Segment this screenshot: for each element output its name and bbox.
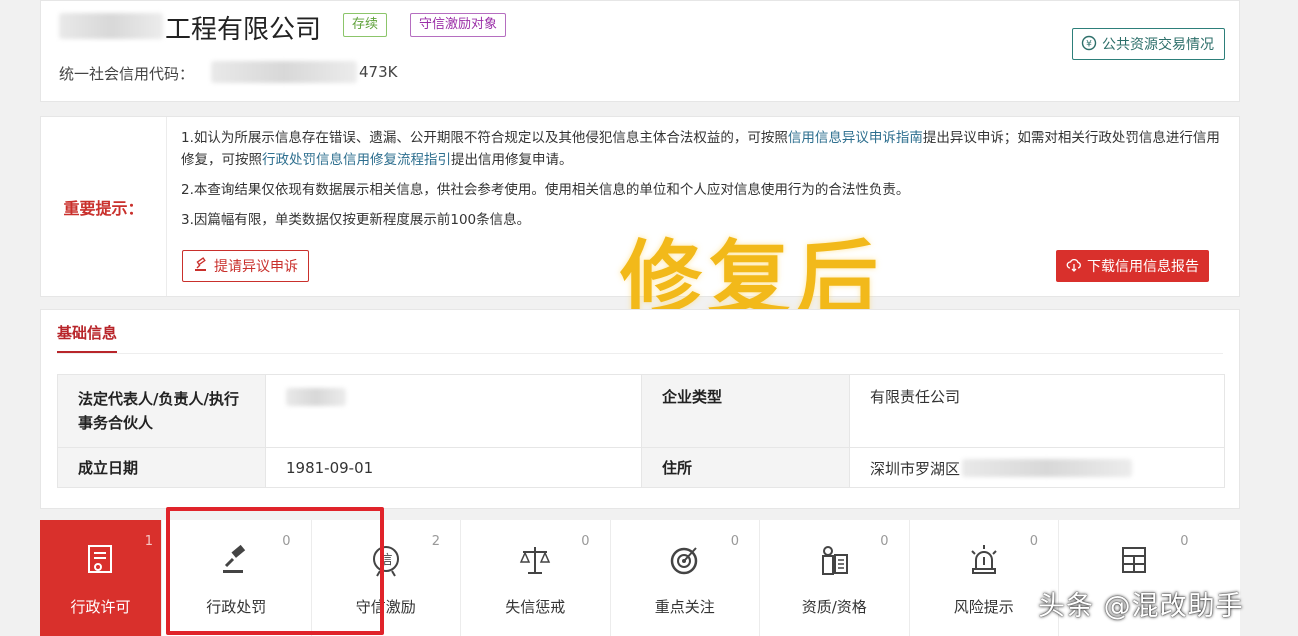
basic-info-card: 基础信息 法定代表人/负责人/执行事务合伙人 企业类型 有限责任公司 成立日期 … — [40, 309, 1240, 509]
repair-guide-link[interactable]: 行政处罚信息信用修复流程指引 — [262, 152, 451, 168]
certificate-icon — [816, 542, 852, 578]
tab-count: 0 — [730, 534, 739, 549]
appeal-guide-link[interactable]: 信用信息异议申诉指南 — [788, 130, 923, 146]
target-icon — [667, 542, 703, 578]
public-resource-trade-label: 公共资源交易情况 — [1102, 36, 1214, 52]
tab-risk-warning[interactable]: 0 风险提示 — [910, 520, 1059, 636]
company-name: 工程有限公司 — [165, 15, 322, 45]
submit-appeal-label: 提请异议申诉 — [214, 258, 298, 274]
tab-qualification[interactable]: 0 资质/资格 — [760, 520, 910, 636]
source-credit: 头条 @混改助手 — [1038, 591, 1244, 622]
download-credit-report-button[interactable]: 下载信用信息报告 — [1056, 250, 1209, 282]
coin-icon: ¥ — [1081, 35, 1097, 54]
redacted-credit-code — [211, 61, 357, 83]
cloud-download-icon — [1066, 257, 1082, 276]
company-type-value: 有限责任公司 — [849, 374, 1225, 448]
tab-count: 0 — [1180, 534, 1189, 549]
submit-appeal-button[interactable]: 提请异议申诉 — [182, 250, 309, 282]
tab-label: 重点关注 — [654, 598, 715, 616]
tab-count: 0 — [581, 534, 590, 549]
tab-count: 0 — [282, 534, 291, 549]
tab-label: 行政处罚 — [206, 598, 267, 616]
tab-label: 守信激励 — [355, 598, 416, 616]
alarm-icon — [966, 542, 1002, 578]
tab-count: 2 — [431, 534, 440, 549]
svg-text:信: 信 — [379, 553, 392, 568]
license-icon — [83, 542, 119, 578]
founded-value: 1981-09-01 — [265, 447, 642, 488]
legal-rep-value — [265, 374, 642, 448]
status-badge-renew: 存续 — [343, 13, 388, 37]
gavel-icon — [218, 542, 254, 578]
basic-info-title: 基础信息 — [57, 322, 118, 353]
gavel-small-icon — [193, 256, 209, 276]
credit-code-label: 统一社会信用代码： — [59, 65, 195, 83]
document-grid-icon — [1116, 542, 1152, 578]
notice-line-1: 1.如认为所展示信息存在错误、遗漏、公开期限不符合规定以及其他侵犯信息主体合法权… — [181, 130, 1220, 168]
download-credit-report-label: 下载信用信息报告 — [1087, 258, 1199, 274]
redacted-address — [962, 459, 1133, 477]
svg-text:¥: ¥ — [1086, 39, 1092, 49]
table-row: 法定代表人/负责人/执行事务合伙人 企业类型 有限责任公司 — [57, 374, 1225, 448]
tab-trust-incentive[interactable]: 2 信 守信激励 — [312, 520, 461, 636]
address-value: 深圳市罗湖区 — [870, 460, 961, 478]
legal-rep-label: 法定代表人/负责人/执行事务合伙人 — [57, 374, 266, 448]
tab-administrative-license[interactable]: 1 行政许可 — [40, 520, 162, 636]
address-label: 住所 — [641, 447, 850, 488]
tab-count: 0 — [880, 534, 889, 549]
tab-label: 行政许可 — [70, 598, 131, 616]
company-header-card: 工程有限公司 存续 守信激励对象 统一社会信用代码： 473K ¥ 公共资源交易… — [40, 0, 1240, 102]
public-resource-trade-button[interactable]: ¥ 公共资源交易情况 — [1072, 28, 1225, 60]
tab-dishonesty-punishment[interactable]: 0 失信惩戒 — [461, 520, 611, 636]
table-row: 成立日期 1981-09-01 住所 深圳市罗湖区 — [57, 447, 1225, 488]
basic-info-table: 法定代表人/负责人/执行事务合伙人 企业类型 有限责任公司 成立日期 1981-… — [57, 374, 1225, 488]
tab-label: 风险提示 — [953, 598, 1014, 616]
credit-code-suffix: 473K — [359, 63, 398, 81]
founded-label: 成立日期 — [57, 447, 266, 488]
scales-icon — [517, 542, 553, 578]
tab-key-attention[interactable]: 0 重点关注 — [611, 520, 760, 636]
trust-seal-icon: 信 — [368, 542, 404, 578]
tab-label: 资质/资格 — [801, 598, 867, 616]
redacted-company-name — [59, 13, 163, 39]
tab-count: 0 — [1029, 534, 1038, 549]
address-value-cell: 深圳市罗湖区 — [849, 447, 1225, 488]
tab-count: 1 — [144, 534, 153, 549]
company-type-label: 企业类型 — [641, 374, 850, 448]
redacted-legal-rep — [286, 388, 346, 406]
tab-administrative-penalty[interactable]: 0 行政处罚 — [162, 520, 312, 636]
notice-label: 重要提示： — [41, 117, 167, 296]
basic-info-divider — [57, 353, 1223, 354]
status-badge-incentive: 守信激励对象 — [410, 13, 507, 37]
tab-label: 失信惩戒 — [505, 598, 566, 616]
notice-line-2: 2.本查询结果仅依现有数据展示相关信息，供社会参考使用。使用相关信息的单位和个人… — [181, 182, 910, 198]
